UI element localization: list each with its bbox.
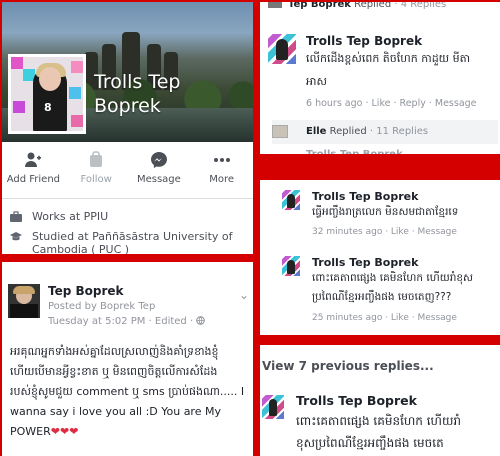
education-line1: Studied at Paññāsāstra University of (32, 230, 233, 243)
profile-actions: Add Friend Follow Message More (2, 150, 253, 196)
comment-text: ធ្វើអញ្ចឹងរាត្រលេក មិនសមជាតាខ្មែរទេ (312, 206, 459, 218)
reply-replied: Replied (329, 126, 367, 137)
profile-name: Trolls Tep Boprek (94, 70, 180, 118)
profile-panel: 8 Trolls Tep Boprek Add Friend Follow Me… (2, 2, 253, 254)
face (39, 67, 61, 91)
heart-emoji: ❤❤❤ (50, 425, 79, 438)
commenter-avatar (272, 125, 288, 138)
commenter-avatar[interactable] (282, 190, 300, 210)
post-timestamp[interactable]: Tuesday at 5:02 PM · Edited · (48, 316, 206, 327)
color-square (71, 61, 83, 73)
comments-panel-mid: Trolls Tep Boprek ធ្វើអញ្ចឹងរាត្រលេក មិន… (260, 180, 500, 335)
posted-by: Posted by Boprek Tep (48, 301, 156, 312)
follow-label: Follow (80, 174, 112, 185)
post-line: អរគុណអ្នកទាំងអស់គ្នាដែលស្រលាញ់និងគាំទ្រខ… (10, 345, 219, 358)
color-square (11, 57, 23, 69)
follow-button[interactable]: Follow (65, 150, 128, 196)
person-silhouette (287, 259, 295, 274)
messenger-icon (128, 150, 191, 170)
education-line2: Cambodia ( PUC ) (32, 243, 130, 254)
partial-reply-count: · 4 Replies (394, 2, 447, 10)
post-line: POWER (10, 425, 51, 438)
comment-meta[interactable]: 25 minutes ago · Like · Message (312, 313, 457, 323)
globe-icon (196, 316, 206, 325)
partial-reply-name: Tep Boprek (288, 2, 351, 10)
hair (13, 286, 35, 294)
cut-off-comment-author: Trolls Tep Boprek (306, 149, 403, 154)
comment-author[interactable]: Trolls Tep Boprek (296, 393, 417, 408)
post-line: wanna say i love you all :D You are My (10, 405, 221, 418)
commenter-avatar[interactable] (282, 256, 300, 276)
shirt-number: 8 (44, 101, 52, 114)
comment-text: ប្រពៃណីខ្មែរអញ្ចឹងផង មេចតេញ??? (312, 291, 452, 303)
divider (2, 198, 253, 199)
commenter-avatar[interactable] (268, 2, 282, 8)
add-friend-label: Add Friend (6, 174, 61, 185)
partial-replied: Replied (354, 2, 392, 10)
work-info: Works at PPIU (10, 210, 108, 223)
comment-text: ពោះគេតាពផ្សេង គេមិនហែក ហើយរាំ (296, 414, 462, 428)
comment-author[interactable]: Trolls Tep Boprek (306, 34, 422, 48)
replies-row[interactable]: Elle Replied · 11 Replies (272, 120, 498, 144)
message-button[interactable]: Message (128, 150, 191, 196)
add-friend-button[interactable]: Add Friend (2, 150, 65, 196)
post-time-text: Tuesday at 5:02 PM · Edited · (48, 316, 194, 327)
comment-text: ខុសប្រពៃណីខ្មែរអញ្ចឹងផង មេចតេ (296, 436, 444, 450)
profile-name-line1: Trolls Tep (94, 71, 181, 93)
reply-count: · 11 Replies (369, 126, 429, 137)
person-silhouette (268, 399, 278, 417)
post-body: អរគុណអ្នកទាំងអស់គ្នាដែលស្រលាញ់និងគាំទ្រខ… (10, 342, 253, 442)
more-button[interactable]: More (190, 150, 253, 196)
comment-author[interactable]: Trolls Tep Boprek (312, 190, 418, 203)
comment-text: ពោះគេតាពផ្សេង គេមិនហែក ហើយរាំខុស (312, 272, 474, 284)
person-silhouette (276, 39, 288, 61)
comment-text: អាស (306, 75, 327, 88)
profile-picture[interactable]: 8 (8, 54, 86, 134)
color-square (69, 87, 81, 99)
comment-meta[interactable]: 6 hours ago · Like · Reply · Message (306, 98, 477, 109)
comments-panel-top: Tep Boprek Replied · 4 Replies Trolls Te… (260, 2, 500, 154)
reply-name: Elle (306, 126, 327, 137)
chevron-down-icon[interactable]: ⌄ (239, 288, 249, 302)
more-label: More (209, 174, 235, 185)
person-silhouette (287, 193, 295, 208)
briefcase-icon (10, 211, 22, 222)
post-panel: Tep Boprek Posted by Boprek Tep Tuesday … (2, 262, 253, 456)
education-info: Studied at Paññāsāstra University of Cam… (10, 230, 233, 254)
add-friend-icon (2, 150, 65, 170)
post-line: ហើយបើមានអ្វីខ្វះខាត ឬ មិនពេញចិត្តលើការសំ… (10, 365, 218, 378)
color-square (71, 115, 83, 127)
commenter-avatar[interactable] (268, 34, 296, 64)
shirt (10, 304, 38, 318)
graduation-cap-icon (10, 232, 22, 241)
education-text: Studied at Paññāsāstra University of Cam… (32, 230, 233, 254)
comment-meta[interactable]: 32 minutes ago · Like · Message (312, 227, 457, 237)
follow-icon (65, 150, 128, 170)
message-label: Message (136, 174, 181, 185)
work-text: Works at PPIU (32, 210, 109, 223)
view-previous-replies-link[interactable]: View 7 previous replies... (262, 359, 434, 373)
partial-reply-row[interactable]: Tep Boprek Replied · 4 Replies (288, 2, 446, 10)
commenter-avatar[interactable] (262, 395, 284, 419)
post-author-avatar[interactable] (8, 284, 40, 318)
post-line-last: POWER❤❤❤ (10, 422, 253, 442)
profile-name-line2: Boprek (94, 95, 161, 117)
comments-panel-bottom: View 7 previous replies... Trolls Tep Bo… (260, 345, 500, 456)
color-square (13, 101, 25, 113)
comment-text: លើកដើងខ្ពស់ពេក តិចហែក កាដួយ មីតា (306, 52, 471, 65)
post-line: របស់ខ្ញុំសូមជួយ comment ឬ sms ប្រាប់ផងណា… (10, 385, 245, 398)
comment-author[interactable]: Trolls Tep Boprek (312, 256, 418, 269)
more-icon (190, 150, 253, 170)
post-author-name[interactable]: Tep Boprek (48, 284, 124, 298)
